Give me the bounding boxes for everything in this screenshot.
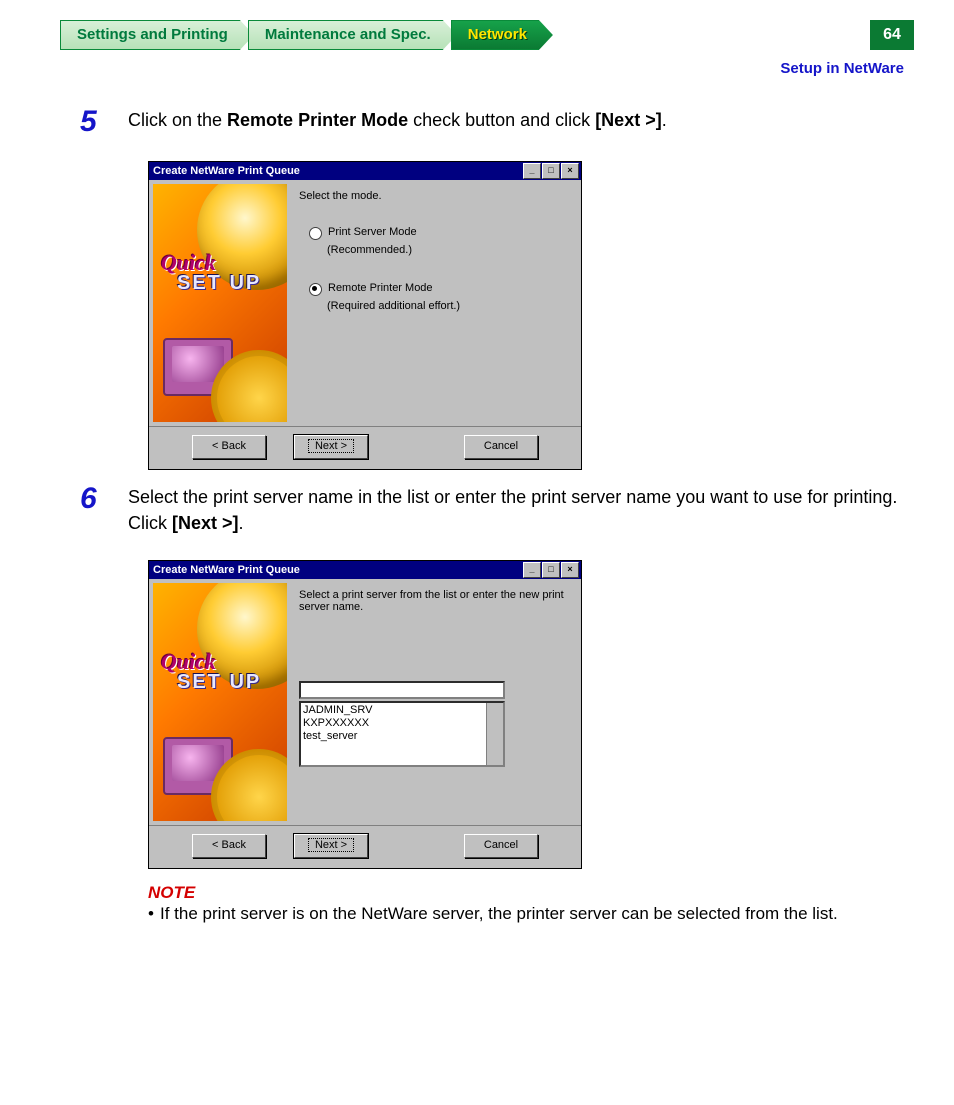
dialog-button-bar: < Back Next > Cancel (149, 825, 581, 868)
radio-icon (309, 283, 322, 296)
tab-maintenance[interactable]: Maintenance and Spec. (248, 20, 457, 50)
dialog-body: Quick SET UP Select the mode. Print Serv… (149, 180, 581, 426)
note-heading: NOTE (148, 883, 914, 903)
close-icon[interactable]: × (561, 562, 579, 578)
step-text: Click on the Remote Printer Mode check b… (128, 107, 914, 137)
titlebar: Create NetWare Print Queue _ □ × (149, 162, 581, 180)
dialog-select-print-server: Create NetWare Print Queue _ □ × Quick S… (148, 560, 582, 869)
dialog-button-bar: < Back Next > Cancel (149, 426, 581, 469)
cancel-button[interactable]: Cancel (464, 435, 538, 459)
sidebar-text-setup: SET UP (177, 671, 261, 694)
minimize-icon[interactable]: _ (523, 163, 541, 179)
dialog-content: Select a print server from the list or e… (287, 583, 577, 821)
sidebar-text-setup: SET UP (177, 272, 261, 295)
titlebar: Create NetWare Print Queue _ □ × (149, 561, 581, 579)
prompt-text: Select a print server from the list or e… (299, 589, 569, 613)
text-bold: [Next >] (595, 110, 662, 130)
document-page: Settings and Printing Maintenance and Sp… (0, 0, 954, 966)
list-item[interactable]: KXPXXXXXX (303, 717, 501, 730)
button-label: Next > (308, 838, 354, 852)
server-name-input[interactable] (299, 681, 505, 699)
note-text: If the print server is on the NetWare se… (160, 904, 838, 923)
dialog-title: Create NetWare Print Queue (153, 564, 522, 576)
next-button[interactable]: Next > (294, 435, 368, 459)
step-6: 6 Select the print server name in the li… (80, 484, 914, 536)
wizard-sidebar-graphic: Quick SET UP (153, 583, 287, 821)
text: check button and click (408, 110, 595, 130)
dialog-select-mode: Create NetWare Print Queue _ □ × Quick S… (148, 161, 582, 470)
back-button[interactable]: < Back (192, 834, 266, 858)
button-label: Next > (308, 439, 354, 453)
radio-print-server-mode[interactable]: Print Server Mode (309, 226, 569, 240)
back-button[interactable]: < Back (192, 435, 266, 459)
window-buttons: _ □ × (522, 562, 579, 578)
next-button[interactable]: Next > (294, 834, 368, 858)
radio-icon (309, 227, 322, 240)
server-listbox[interactable]: JADMIN_SRV KXPXXXXXX test_server (299, 701, 505, 767)
step-number: 6 (80, 484, 128, 536)
note-block: NOTE •If the print server is on the NetW… (148, 883, 914, 926)
scrollbar[interactable] (486, 703, 503, 765)
maximize-icon[interactable]: □ (542, 163, 560, 179)
note-body: •If the print server is on the NetWare s… (148, 903, 914, 926)
prompt-text: Select the mode. (299, 190, 569, 202)
tab-network[interactable]: Network (451, 20, 553, 50)
tab-settings[interactable]: Settings and Printing (60, 20, 254, 50)
list-item[interactable]: test_server (303, 730, 501, 743)
text-bold: Remote Printer Mode (227, 110, 408, 130)
minimize-icon[interactable]: _ (523, 562, 541, 578)
step-5: 5 Click on the Remote Printer Mode check… (80, 107, 914, 137)
text: . (662, 110, 667, 130)
step-text: Select the print server name in the list… (128, 484, 914, 536)
page-number: 64 (870, 20, 914, 50)
radio-remote-printer-mode[interactable]: Remote Printer Mode (309, 282, 569, 296)
breadcrumb: Setup in NetWare (40, 60, 904, 77)
text: . (239, 513, 244, 533)
text-bold: [Next >] (172, 513, 239, 533)
cancel-button[interactable]: Cancel (464, 834, 538, 858)
radio-label: Print Server Mode (328, 226, 417, 238)
dialog-body: Quick SET UP Select a print server from … (149, 579, 581, 825)
list-item[interactable]: JADMIN_SRV (303, 704, 501, 717)
maximize-icon[interactable]: □ (542, 562, 560, 578)
close-icon[interactable]: × (561, 163, 579, 179)
text: Click on the (128, 110, 227, 130)
window-buttons: _ □ × (522, 163, 579, 179)
step-number: 5 (80, 107, 128, 137)
bullet-icon: • (148, 903, 160, 926)
wizard-sidebar-graphic: Quick SET UP (153, 184, 287, 422)
dialog-title: Create NetWare Print Queue (153, 165, 522, 177)
radio-label: Remote Printer Mode (328, 282, 433, 294)
tab-row: Settings and Printing Maintenance and Sp… (60, 20, 914, 50)
radio-sublabel: (Required additional effort.) (327, 300, 569, 312)
radio-sublabel: (Recommended.) (327, 244, 569, 256)
dialog-content: Select the mode. Print Server Mode (Reco… (287, 184, 577, 422)
